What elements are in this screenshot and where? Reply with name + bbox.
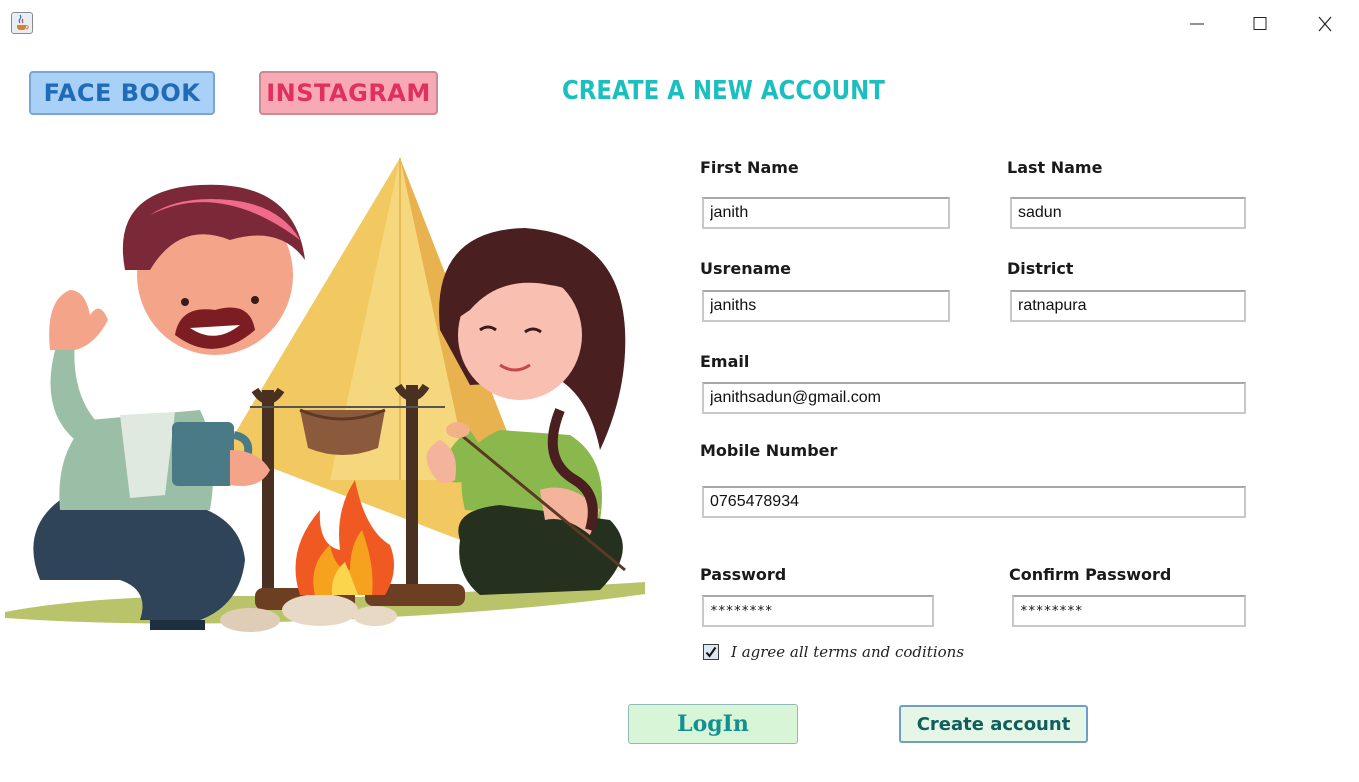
first-name-field[interactable]: [702, 197, 950, 229]
password-field[interactable]: [702, 595, 934, 627]
facebook-button[interactable]: FACE BOOK: [29, 71, 215, 115]
username-field[interactable]: [702, 290, 950, 322]
last-name-field[interactable]: [1010, 197, 1246, 229]
agree-label: I agree all terms and coditions: [731, 643, 965, 661]
java-coffee-cup-icon[interactable]: [11, 12, 33, 34]
close-button[interactable]: [1302, 8, 1348, 40]
district-field[interactable]: [1010, 290, 1246, 322]
password-label: Password: [700, 565, 787, 584]
first-name-label: First Name: [700, 158, 799, 177]
create-account-button[interactable]: Create account: [899, 705, 1088, 743]
page-title: CREATE A NEW ACCOUNT: [562, 76, 885, 106]
email-label: Email: [700, 352, 750, 371]
confirm-password-field[interactable]: [1012, 595, 1246, 627]
minimize-button[interactable]: [1174, 8, 1220, 40]
minimize-icon: [1190, 23, 1204, 25]
terms-agreement: I agree all terms and coditions: [703, 643, 964, 661]
maximize-button[interactable]: [1237, 8, 1283, 40]
checkmark-icon: [705, 646, 717, 658]
login-button[interactable]: LogIn: [628, 704, 798, 744]
camping-couple-campfire-illustration: [5, 158, 645, 632]
agree-checkbox[interactable]: [703, 644, 719, 660]
confirm-password-label: Confirm Password: [1009, 565, 1172, 584]
district-label: District: [1007, 259, 1074, 278]
email-field[interactable]: [702, 382, 1246, 414]
instagram-button[interactable]: INSTAGRAM: [259, 71, 438, 115]
last-name-label: Last Name: [1007, 158, 1103, 177]
close-icon: [1318, 16, 1332, 32]
mobile-number-field[interactable]: [702, 486, 1246, 518]
title-bar: [0, 0, 1359, 48]
username-label: Usrename: [700, 259, 791, 278]
mobile-number-label: Mobile Number: [700, 441, 838, 460]
maximize-icon: [1253, 17, 1267, 30]
